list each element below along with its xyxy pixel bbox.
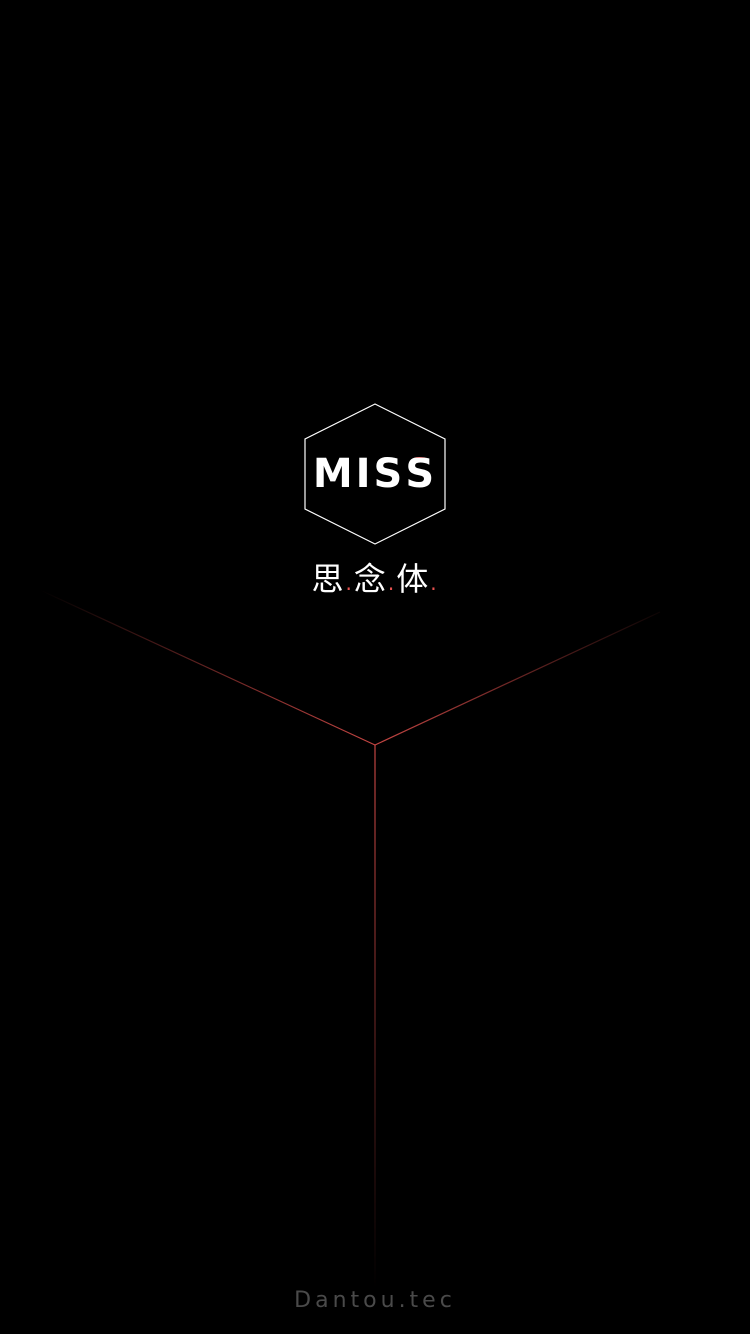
- logo-wordmark-last-letter: S: [405, 451, 438, 497]
- cube-edge-left: [39, 589, 376, 746]
- brand-char-3: 体: [396, 560, 431, 598]
- brand-separator-1: .: [345, 571, 354, 595]
- logo-wordmark: MIS S: [304, 403, 446, 545]
- brand-name: 思.念.体.: [0, 554, 750, 600]
- background-cube-lines: [39, 589, 661, 1290]
- brand-separator-3: .: [430, 571, 439, 595]
- app-logo: MIS S: [304, 403, 446, 545]
- brand-separator-2: .: [387, 571, 397, 595]
- brand-char-1: 思: [311, 560, 346, 598]
- brand-char-2: 念: [353, 560, 388, 598]
- cube-edge-right: [374, 611, 661, 746]
- splash-screen: MIS S 思.念.体. Dantou.tec: [0, 0, 750, 1334]
- footer-credit: Dantou.tec: [294, 1288, 456, 1313]
- logo-wordmark-prefix: MIS: [312, 451, 406, 497]
